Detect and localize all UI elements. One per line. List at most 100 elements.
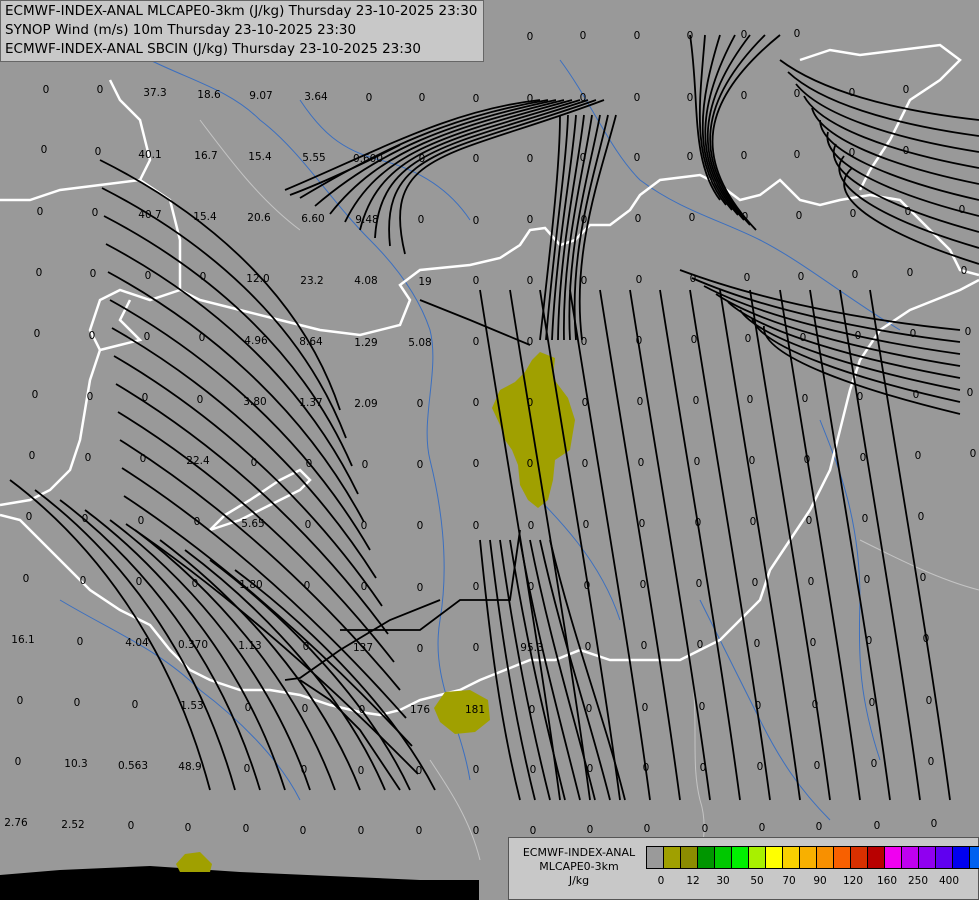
legend-swatch: [834, 847, 851, 868]
legend-swatch: [783, 847, 800, 868]
cape-value: 181: [464, 704, 486, 716]
cape-value: 0: [701, 823, 709, 835]
cape-value: 8.64: [299, 336, 323, 348]
cape-value: 12.0: [246, 273, 270, 285]
cape-value: 0: [526, 336, 534, 348]
cape-value: 2.76: [4, 817, 28, 829]
cape-value: 0: [40, 144, 48, 156]
cape-value: 0: [635, 335, 643, 347]
cape-value: 0: [299, 825, 307, 837]
cape-value: 0: [803, 454, 811, 466]
cape-value: 0: [242, 823, 250, 835]
legend-swatch: [766, 847, 783, 868]
region-borders: [199, 119, 979, 900]
cape-value: 0: [472, 93, 480, 105]
legend-swatch: [919, 847, 936, 868]
cape-value: 0: [917, 511, 925, 523]
cape-value: 0: [859, 452, 867, 464]
cape-value: 0: [861, 513, 869, 525]
weather-map: 0 0 37.3 18.6 9.07 3.64 0 0 0 0 0 0 0 0 0 0 0 0 0 0 0 0 0 0 0 0 0 0…: [0, 0, 979, 900]
cape-value: 16.1: [11, 634, 35, 646]
cape-value: 0: [416, 398, 424, 410]
cape-value: 0: [304, 519, 312, 531]
cape-value: 5.08: [408, 337, 432, 349]
streamline: [779, 59, 979, 121]
legend-swatch: [664, 847, 681, 868]
cape-value: 0: [300, 764, 308, 776]
cape-value: 0: [472, 153, 480, 165]
cape-value: 0: [305, 458, 313, 470]
cape-value: 0: [805, 515, 813, 527]
legend-title-line1: ECMWF-INDEX-ANAL: [522, 846, 636, 859]
cape-value: 0: [699, 762, 707, 774]
cape-value: 0: [696, 639, 704, 651]
cape-value: 0: [580, 275, 588, 287]
cape-value: 0: [358, 704, 366, 716]
cape-value: 0: [579, 92, 587, 104]
cape-value: 0: [84, 452, 92, 464]
cape-value: 0: [417, 214, 425, 226]
cape-value: 0.600: [352, 153, 384, 165]
cape-value: 0: [73, 697, 81, 709]
streamline: [479, 539, 521, 801]
legend-tick-label: 250: [907, 875, 929, 887]
cape-value: 0: [793, 88, 801, 100]
legend-tick-label: 160: [876, 875, 898, 887]
cape-value: 0: [472, 581, 480, 593]
cape-value: 0: [16, 695, 24, 707]
cape-value: 137: [352, 642, 374, 654]
cape-value: 15.4: [193, 211, 217, 223]
cape-value: 0: [418, 153, 426, 165]
legend-swatch: [698, 847, 715, 868]
cape-value: 0: [863, 574, 871, 586]
cape-value: 0: [741, 211, 749, 223]
cape-value: 0: [127, 820, 135, 832]
cape-value: 16.7: [194, 150, 218, 162]
cape-value: 0: [31, 389, 39, 401]
cape-value: 3.80: [243, 396, 267, 408]
cape-value: 0: [758, 822, 766, 834]
cape-value: 0: [633, 92, 641, 104]
cape-value: 1.13: [238, 640, 262, 652]
cape-value: 1.53: [180, 700, 204, 712]
cape-value: 0: [582, 519, 590, 531]
cape-value: 0: [243, 763, 251, 775]
cape-value: 0: [584, 641, 592, 653]
cape-value: 0: [636, 396, 644, 408]
cape-value: 0: [86, 391, 94, 403]
cape-value: 0: [848, 147, 856, 159]
cape-value: 0: [801, 393, 809, 405]
cape-value: 0: [415, 825, 423, 837]
cape-value: 0: [919, 572, 927, 584]
cape-value: 0: [528, 704, 536, 716]
cape-value: 0: [639, 579, 647, 591]
cape-value: 0: [849, 208, 857, 220]
cape-value: 0: [922, 633, 930, 645]
cape-value: 0: [799, 332, 807, 344]
cape-value: 0: [643, 823, 651, 835]
cape-value: 40.1: [138, 149, 162, 161]
cape-value: 0: [694, 517, 702, 529]
cape-value: 0: [131, 699, 139, 711]
cape-value: 0: [688, 212, 696, 224]
cape-value: 19: [418, 276, 432, 288]
cape-value: 0: [361, 459, 369, 471]
cape-value: 0: [580, 214, 588, 226]
cape-value: 0: [809, 637, 817, 649]
legend-tick-label: 120: [842, 875, 864, 887]
cape-value: 2.09: [354, 398, 378, 410]
streamline: [299, 679, 401, 791]
cape-value: 0: [184, 822, 192, 834]
cape-blob: [176, 852, 212, 872]
legend-swatch: [936, 847, 953, 868]
cape-value: 0: [749, 516, 757, 528]
cape-value: 0: [637, 457, 645, 469]
cape-value: 0: [581, 397, 589, 409]
streamline: [115, 383, 389, 635]
cape-value: 0: [42, 84, 50, 96]
cape-value: 0: [360, 581, 368, 593]
cape-value: 0: [754, 700, 762, 712]
cape-value: 0: [303, 580, 311, 592]
cape-value: 0: [865, 635, 873, 647]
cape-value: 0: [815, 821, 823, 833]
